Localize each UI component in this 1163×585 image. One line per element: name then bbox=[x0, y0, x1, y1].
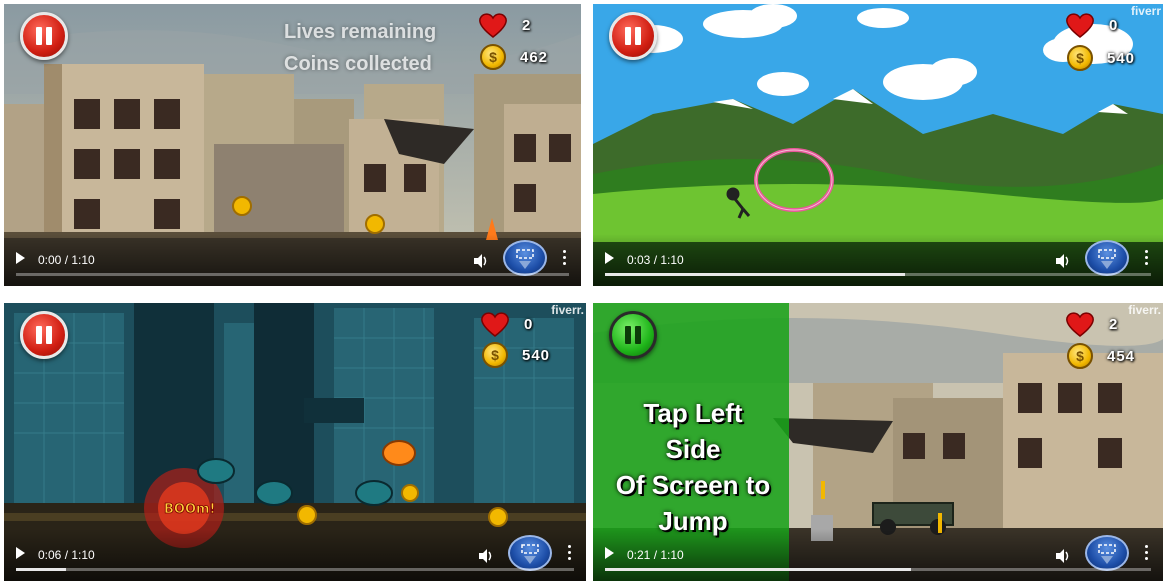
coin-icon: $ bbox=[482, 342, 508, 368]
pause-button[interactable] bbox=[20, 311, 68, 359]
coin-icon: $ bbox=[480, 44, 506, 70]
lives-remaining-label: Lives remaining bbox=[284, 21, 437, 43]
more-vert-icon[interactable] bbox=[1145, 545, 1149, 561]
pause-icon bbox=[625, 326, 631, 344]
lives-counter: 2 bbox=[1065, 311, 1118, 337]
volume-icon[interactable] bbox=[473, 253, 489, 269]
coins-counter: $ 454 bbox=[1067, 343, 1135, 369]
fiverr-watermark: fiverr bbox=[1130, 4, 1161, 18]
pause-button[interactable] bbox=[609, 12, 657, 60]
jump-icon bbox=[516, 249, 534, 269]
more-vert-icon[interactable] bbox=[1145, 250, 1149, 266]
coins-value: 454 bbox=[1107, 347, 1136, 365]
more-vert-icon[interactable] bbox=[563, 250, 567, 266]
coins-value: 462 bbox=[520, 48, 549, 66]
tap-instruction-line-2: Of Screen to bbox=[615, 470, 771, 500]
lives-value: 2 bbox=[1109, 315, 1119, 333]
play-icon[interactable] bbox=[605, 252, 614, 264]
coin-icon: $ bbox=[1067, 45, 1093, 71]
lives-counter: 2 bbox=[478, 12, 531, 38]
heart-icon bbox=[1066, 13, 1094, 38]
lives-value: 0 bbox=[524, 315, 534, 333]
tap-instruction: Tap Left Side Of Screen to Jump bbox=[613, 395, 773, 539]
more-vert-icon[interactable] bbox=[568, 545, 572, 561]
time-display: 0:00 / 1:10 bbox=[38, 253, 95, 267]
jump-icon bbox=[1098, 544, 1116, 564]
volume-icon[interactable] bbox=[478, 548, 494, 564]
play-icon[interactable] bbox=[16, 252, 25, 264]
progress-bar[interactable] bbox=[605, 568, 1151, 571]
video-controls: 0:00 / 1:10 bbox=[4, 234, 581, 286]
play-icon[interactable] bbox=[16, 547, 25, 559]
fiverr-watermark: fiverr. bbox=[1128, 303, 1161, 317]
coins-counter: $ 540 bbox=[482, 342, 550, 368]
explosion-text: BOOm! bbox=[164, 502, 216, 517]
heart-icon bbox=[481, 312, 509, 337]
video-controls: 0:06 / 1:10 bbox=[4, 529, 586, 581]
video-panel-1[interactable]: Lives remaining Coins collected 2 $ 462 … bbox=[4, 4, 581, 286]
time-display: 0:03 / 1:10 bbox=[627, 253, 684, 267]
tap-instruction-line-1: Tap Left Side bbox=[643, 398, 743, 464]
video-panel-3[interactable]: BOOm! fiverr. 0 $ 540 0:06 / 1:10 bbox=[4, 303, 586, 581]
pause-button[interactable] bbox=[20, 12, 68, 60]
fiverr-watermark: fiverr. bbox=[551, 303, 584, 317]
lives-counter: 0 bbox=[480, 311, 533, 337]
pause-icon bbox=[36, 326, 42, 344]
coins-counter: $ 462 bbox=[480, 44, 548, 70]
coin-icon: $ bbox=[1067, 343, 1093, 369]
progress-fill bbox=[605, 273, 906, 276]
coins-collected-label: Coins collected bbox=[284, 53, 432, 75]
hud-legend: Lives remaining Coins collected bbox=[284, 16, 436, 80]
progress-bar[interactable] bbox=[16, 568, 574, 571]
volume-icon[interactable] bbox=[1055, 253, 1071, 269]
coins-value: 540 bbox=[522, 346, 551, 364]
time-display: 0:06 / 1:10 bbox=[38, 548, 95, 562]
progress-fill bbox=[605, 568, 911, 571]
progress-fill bbox=[16, 568, 67, 571]
pause-button[interactable] bbox=[609, 311, 657, 359]
jump-button[interactable] bbox=[508, 535, 552, 571]
play-icon[interactable] bbox=[605, 547, 614, 559]
jump-button[interactable] bbox=[1085, 240, 1129, 276]
video-controls: 0:21 / 1:10 bbox=[593, 529, 1163, 581]
progress-bar[interactable] bbox=[605, 273, 1151, 276]
jump-button[interactable] bbox=[503, 240, 547, 276]
coins-counter: $ 540 bbox=[1067, 45, 1135, 71]
heart-icon bbox=[1066, 312, 1094, 337]
jump-icon bbox=[1098, 249, 1116, 269]
volume-icon[interactable] bbox=[1055, 548, 1071, 564]
video-controls: 0:03 / 1:10 bbox=[593, 234, 1163, 286]
lives-value: 0 bbox=[1109, 16, 1119, 34]
heart-icon bbox=[479, 13, 507, 38]
pause-icon bbox=[36, 27, 42, 45]
lives-value: 2 bbox=[522, 16, 532, 34]
video-panel-4[interactable]: fiverr. Tap Left Side Of Screen to Jump … bbox=[593, 303, 1163, 581]
video-panel-2[interactable]: fiverr 0 $ 540 0:03 / 1:10 bbox=[593, 4, 1163, 286]
progress-bar[interactable] bbox=[16, 273, 569, 276]
pause-icon bbox=[625, 27, 631, 45]
jump-button[interactable] bbox=[1085, 535, 1129, 571]
lives-counter: 0 bbox=[1065, 12, 1118, 38]
time-display: 0:21 / 1:10 bbox=[627, 548, 684, 562]
coins-value: 540 bbox=[1107, 49, 1136, 67]
jump-icon bbox=[521, 544, 539, 564]
